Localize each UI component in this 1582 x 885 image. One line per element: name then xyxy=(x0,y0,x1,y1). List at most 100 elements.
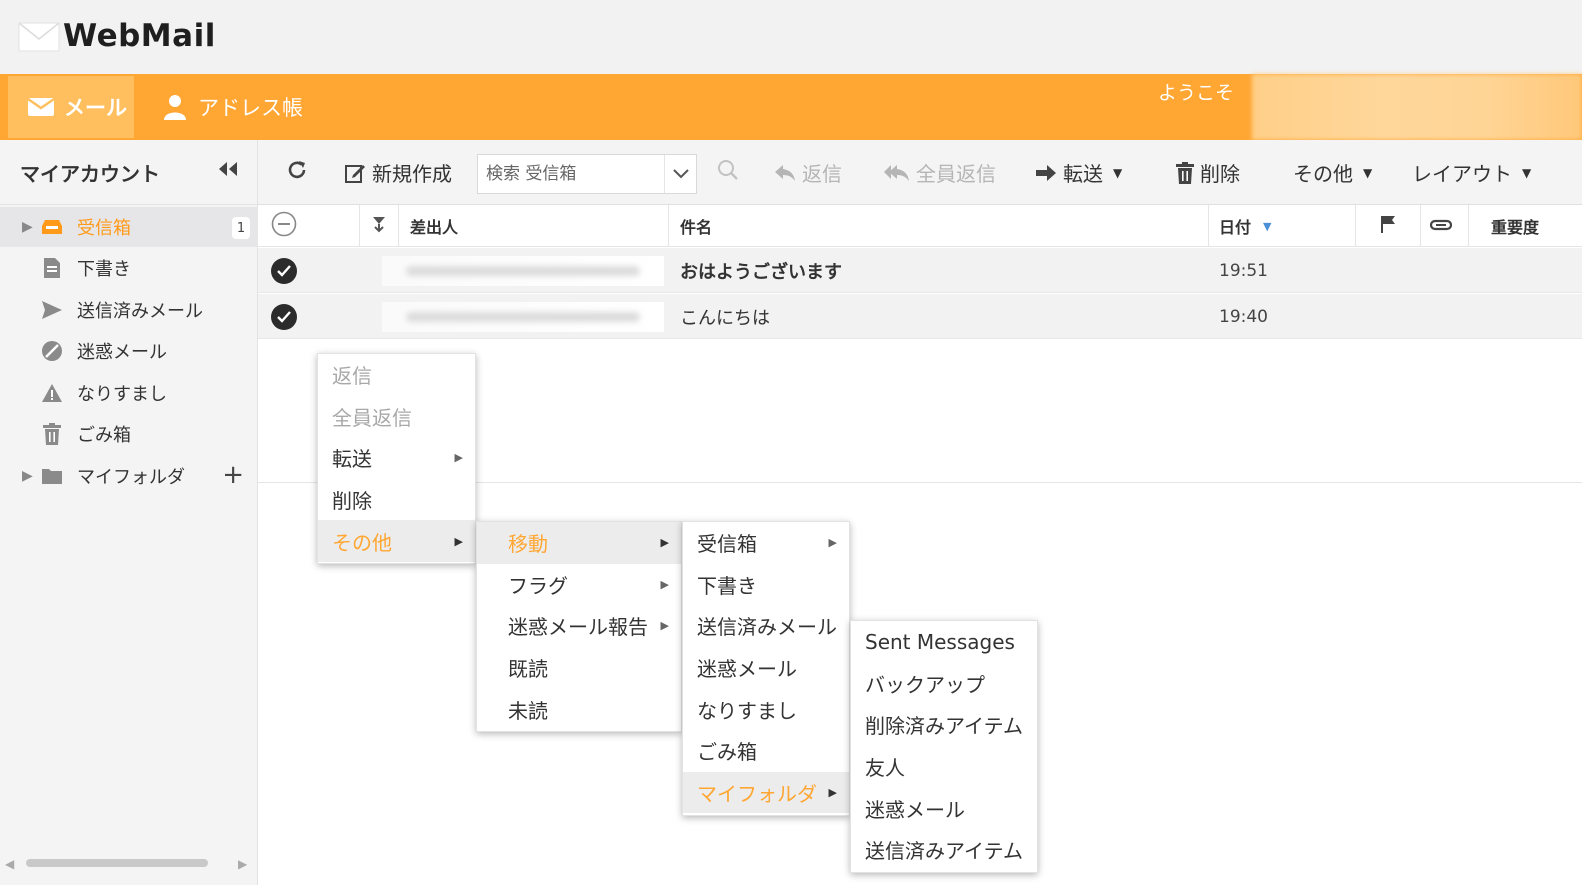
menu-item-move-sent[interactable]: 送信済みメール xyxy=(683,605,849,647)
user-name-redacted xyxy=(1252,74,1582,140)
submenu-arrow-icon: ▶ xyxy=(660,619,669,633)
flag-icon xyxy=(1380,215,1396,237)
expand-triangle-icon[interactable]: ▶ xyxy=(22,468,33,484)
submenu-arrow-icon: ▶ xyxy=(454,451,463,465)
tab-mail-label: メール xyxy=(64,96,127,120)
expand-triangle-icon[interactable]: ▶ xyxy=(22,219,33,235)
menu-item-move-my-folders[interactable]: マイフォルダ ▶ xyxy=(683,771,849,814)
select-all-toggle[interactable] xyxy=(271,205,297,247)
scroll-left-icon[interactable]: ◀ xyxy=(5,857,14,871)
menu-item-move-trash[interactable]: ごみ箱 xyxy=(683,730,849,772)
column-subject[interactable]: 件名 xyxy=(680,205,712,247)
sender-redacted xyxy=(382,302,664,332)
menu-item-folder-backup[interactable]: バックアップ xyxy=(851,663,1037,705)
column-date[interactable]: 日付 ▼ xyxy=(1219,205,1271,247)
column-flag[interactable] xyxy=(1380,205,1396,247)
caret-down-icon: ▼ xyxy=(1522,165,1532,180)
folder-inbox[interactable]: ▶ 受信箱 1 xyxy=(0,207,258,247)
tab-mail[interactable]: メール xyxy=(8,76,134,138)
menu-item-report-spam[interactable]: 迷惑メール報告 ▶ xyxy=(477,605,681,647)
menu-item-move-inbox[interactable]: 受信箱 ▶ xyxy=(683,522,849,564)
column-importance[interactable]: 重要度 xyxy=(1491,205,1539,247)
reply-icon xyxy=(774,164,796,182)
menu-item-forward[interactable]: 転送 ▶ xyxy=(318,437,475,479)
row-subject: こんにちは xyxy=(680,307,770,329)
folder-label: 送信済みメール xyxy=(77,301,203,322)
folder-label: ごみ箱 xyxy=(77,425,131,446)
menu-item-other[interactable]: その他 ▶ xyxy=(318,520,475,562)
folder-my-folders[interactable]: ▶ マイフォルダ + xyxy=(0,456,258,496)
menu-item-mark-read[interactable]: 既読 xyxy=(477,647,681,689)
main-nav: メール アドレス帳 ようこそ xyxy=(0,74,1582,140)
folder-spoofing[interactable]: なりすまし xyxy=(0,373,258,413)
submenu-arrow-icon: ▶ xyxy=(660,536,669,550)
menu-item-reply[interactable]: 返信 xyxy=(318,354,475,396)
thread-icon xyxy=(370,215,388,237)
column-from[interactable]: 差出人 xyxy=(410,205,458,247)
message-list-header: 差出人 件名 日付 ▼ 重要度 xyxy=(258,205,1582,247)
sender-redacted xyxy=(382,256,664,286)
other-button[interactable]: その他 ▼ xyxy=(1293,140,1372,205)
layout-button[interactable]: レイアウト ▼ xyxy=(1412,140,1531,205)
menu-item-reply-all[interactable]: 全員返信 xyxy=(318,396,475,438)
table-row[interactable]: こんにちは 19:40 xyxy=(258,294,1582,339)
context-menu: 返信 全員返信 転送 ▶ 削除 その他 ▶ xyxy=(317,353,476,564)
send-icon xyxy=(40,298,64,322)
menu-item-folder-deleted-items[interactable]: 削除済みアイテム xyxy=(851,704,1037,746)
folder-label: なりすまし xyxy=(77,384,167,405)
search-button[interactable] xyxy=(717,140,739,205)
envelope-logo-icon xyxy=(17,19,61,53)
submenu-arrow-icon: ▶ xyxy=(660,577,669,591)
column-attachment[interactable] xyxy=(1429,205,1453,247)
spam-icon xyxy=(40,339,64,363)
sidebar: マイアカウント ▶ 受信箱 1 下書き 送信済みメール 迷惑メール なりすまし … xyxy=(0,140,258,885)
caret-down-icon: ▼ xyxy=(1113,165,1123,180)
scroll-right-icon[interactable]: ▶ xyxy=(238,857,247,871)
table-row[interactable]: おはようございます 19:51 xyxy=(258,248,1582,293)
paperclip-icon xyxy=(1429,217,1453,236)
reply-all-button[interactable]: 全員返信 xyxy=(884,140,996,205)
compose-icon xyxy=(344,162,366,184)
collapse-sidebar-icon[interactable] xyxy=(216,160,240,183)
layout-label: レイアウト xyxy=(1412,162,1512,186)
sidebar-scrollbar[interactable] xyxy=(26,859,208,867)
checkmark-circle-icon[interactable] xyxy=(271,258,297,284)
compose-button[interactable]: 新規作成 xyxy=(344,140,452,205)
menu-item-move-spam[interactable]: 迷惑メール xyxy=(683,647,849,689)
search-icon xyxy=(717,159,739,186)
menu-item-folder-sent-messages[interactable]: Sent Messages xyxy=(851,621,1037,663)
forward-button[interactable]: 転送 ▼ xyxy=(1035,140,1122,205)
menu-item-delete[interactable]: 削除 xyxy=(318,479,475,521)
search-input[interactable] xyxy=(478,164,663,184)
folder-sent[interactable]: 送信済みメール xyxy=(0,290,258,330)
thread-column-toggle[interactable] xyxy=(370,205,388,247)
folder-label: 受信箱 xyxy=(77,218,131,239)
menu-item-move[interactable]: 移動 ▶ xyxy=(477,522,681,564)
menu-item-folder-friends[interactable]: 友人 xyxy=(851,746,1037,788)
reply-all-label: 全員返信 xyxy=(916,162,996,186)
search-scope-dropdown[interactable] xyxy=(664,155,696,193)
folder-spam[interactable]: 迷惑メール xyxy=(0,331,258,371)
delete-button[interactable]: 削除 xyxy=(1176,140,1240,205)
menu-item-folder-sent-items[interactable]: 送信済みアイテム xyxy=(851,829,1037,871)
add-folder-icon[interactable]: + xyxy=(222,460,244,490)
welcome-text: ようこそ xyxy=(1158,82,1235,104)
menu-item-move-spoofing[interactable]: なりすまし xyxy=(683,688,849,730)
folder-trash[interactable]: ごみ箱 xyxy=(0,414,258,454)
row-subject: おはようございます xyxy=(680,261,842,283)
folder-drafts[interactable]: 下書き xyxy=(0,248,258,288)
column-date-label: 日付 xyxy=(1219,218,1252,237)
reply-button[interactable]: 返信 xyxy=(774,140,842,205)
checkmark-circle-icon[interactable] xyxy=(271,304,297,330)
refresh-button[interactable] xyxy=(286,140,308,205)
search-box[interactable] xyxy=(477,154,697,194)
unread-badge: 1 xyxy=(232,217,250,239)
menu-item-flag[interactable]: フラグ ▶ xyxy=(477,564,681,606)
menu-item-mark-unread[interactable]: 未読 xyxy=(477,688,681,730)
menu-item-folder-junk[interactable]: 迷惑メール xyxy=(851,787,1037,829)
refresh-icon xyxy=(286,159,308,186)
menu-item-move-drafts[interactable]: 下書き xyxy=(683,564,849,606)
compose-label: 新規作成 xyxy=(372,162,452,186)
tab-address-book[interactable]: アドレス帳 xyxy=(160,76,303,138)
logo[interactable]: WebMail xyxy=(17,18,216,54)
